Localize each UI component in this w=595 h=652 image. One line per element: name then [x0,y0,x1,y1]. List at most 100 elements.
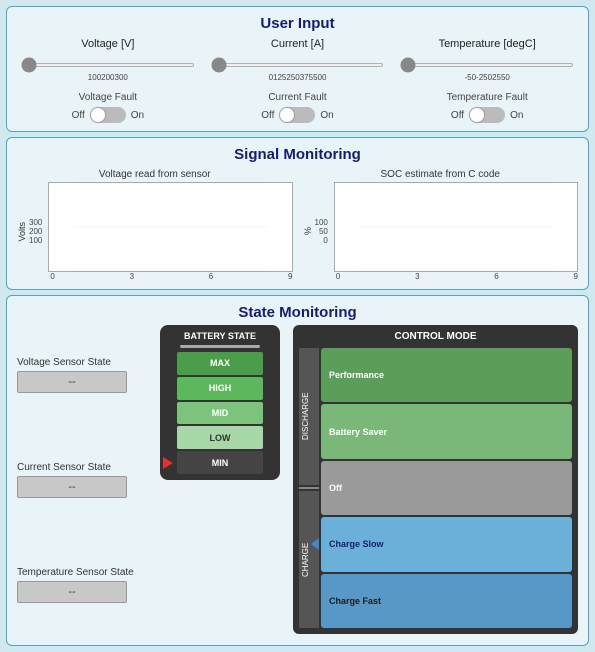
cm-btn-battery-saver[interactable]: Battery Saver [321,404,572,458]
voltage-y-unit: Volts [17,222,27,242]
voltage-fault-toggle-row: Off On [72,107,145,123]
control-mode-box: CONTROL MODE DISCHARGE CHARGE Performanc… [293,325,578,634]
cm-sections-wrapper: DISCHARGE CHARGE Performance Battery Sav… [299,348,572,628]
soc-svg: 0 3 6 9 [334,182,578,281]
temperature-slider[interactable] [400,63,574,67]
cm-btn-performance[interactable]: Performance [321,348,572,402]
temperature-fault-on-label: On [510,110,523,121]
control-mode-container: CONTROL MODE DISCHARGE CHARGE Performanc… [293,325,578,634]
voltage-fault-knob [91,108,105,122]
signal-monitoring-title: Signal Monitoring [17,146,578,163]
soc-y-wrapper: % 100 50 0 [303,182,331,281]
faults-row: Voltage Fault Off On Current Fault Off O… [17,92,578,123]
battery-level-high: HIGH [177,377,263,400]
battery-levels: MAX HIGH MID LOW MIN [177,352,263,474]
voltage-y-wrapper: Volts 300 200 100 [17,182,45,281]
soc-chart-area: % 100 50 0 0 3 6 [303,182,579,281]
temperature-fault-toggle[interactable] [469,107,505,123]
current-sensor-value: -- [68,481,75,493]
voltage-sensor-box: -- [17,371,127,393]
voltage-fault-on-label: On [131,110,144,121]
signal-monitoring-panel: Signal Monitoring Voltage read from sens… [6,137,589,290]
temperature-label: Temperature [degC] [439,38,536,50]
voltage-sensor-value: -- [68,376,75,388]
voltage-fault-group: Voltage Fault Off On [17,92,199,123]
state-monitoring-panel: State Monitoring Voltage Sensor State --… [6,295,589,646]
temperature-fault-knob [470,108,484,122]
battery-level-mid: MID [177,402,263,425]
charge-slow-arrow [311,538,319,550]
battery-level-low: LOW [177,426,263,449]
current-sensor-box: -- [17,476,127,498]
charts-row: Voltage read from sensor Volts 300 200 1… [17,169,578,281]
current-label: Current [A] [271,38,324,50]
voltage-ticks: 100 200 300 [86,73,130,82]
cm-charge-label: CHARGE [299,491,319,628]
cm-btn-off[interactable]: Off [321,461,572,515]
battery-state-container: BATTERY STATE MAX HIGH MID LOW [155,325,285,634]
voltage-slider-group: Voltage [V] 100 200 300 [17,38,199,82]
user-input-title: User Input [17,15,578,32]
temperature-slider-group: Temperature [degC] -50 -25 0 25 50 [396,38,578,82]
current-slider-group: Current [A] 0 125 250 375 500 [207,38,389,82]
sensor-states: Voltage Sensor State -- Current Sensor S… [17,325,147,634]
voltage-chart-area: Volts 300 200 100 0 3 [17,182,293,281]
battery-indicator [180,345,260,348]
current-fault-off-label: Off [261,110,274,121]
cm-btn-charge-fast[interactable]: Charge Fast [321,574,572,628]
voltage-track [17,54,199,72]
cm-discharge-label: DISCHARGE [299,348,319,485]
temperature-fault-off-label: Off [451,110,464,121]
temperature-track [396,54,578,72]
current-fault-toggle[interactable] [279,107,315,123]
soc-y-axis: 100 50 0 [315,218,331,245]
control-mode-title: CONTROL MODE [299,331,572,342]
current-sensor-label: Current Sensor State [17,462,147,473]
cm-label-column: DISCHARGE CHARGE [299,348,319,628]
temperature-sensor-label: Temperature Sensor State [17,567,147,578]
voltage-y-axis: 300 200 100 [29,218,45,245]
current-fault-knob [280,108,294,122]
temperature-ticks: -50 -25 0 25 50 [462,73,511,82]
temperature-fault-label: Temperature Fault [447,92,528,103]
soc-x-ticks: 0 3 6 9 [334,272,578,281]
voltage-slider[interactable] [21,63,195,67]
current-fault-on-label: On [320,110,333,121]
current-sensor-item: Current Sensor State -- [17,462,147,498]
current-fault-group: Current Fault Off On [207,92,389,123]
voltage-chart: Voltage read from sensor Volts 300 200 1… [17,169,293,281]
cm-divider [299,487,319,489]
voltage-fault-label: Voltage Fault [79,92,137,103]
soc-chart: SOC estimate from C code % 100 50 0 [303,169,579,281]
battery-level-max: MAX [177,352,263,375]
cm-btn-charge-slow[interactable]: Charge Slow [321,517,572,571]
current-fault-label: Current Fault [268,92,326,103]
current-ticks: 0 125 250 375 500 [267,73,329,82]
battery-state-title: BATTERY STATE [184,331,256,341]
voltage-chart-title: Voltage read from sensor [17,169,293,180]
temperature-fault-toggle-row: Off On [451,107,524,123]
temperature-sensor-item: Temperature Sensor State -- [17,567,147,603]
state-monitoring-title: State Monitoring [17,304,578,321]
state-content: Voltage Sensor State -- Current Sensor S… [17,325,578,634]
battery-min-arrow [163,457,173,469]
soc-y-unit: % [303,227,313,235]
battery-level-min: MIN [177,451,263,474]
current-slider[interactable] [211,63,385,67]
current-fault-toggle-row: Off On [261,107,334,123]
soc-chart-title: SOC estimate from C code [303,169,579,180]
sliders-row: Voltage [V] 100 200 300 Current [A] 0 12… [17,38,578,82]
cm-buttons-column: Performance Battery Saver Off Charge Slo… [321,348,572,628]
current-track [207,54,389,72]
voltage-svg: 0 3 6 9 [48,182,292,281]
user-input-panel: User Input Voltage [V] 100 200 300 Curre… [6,6,589,132]
voltage-x-ticks: 0 3 6 9 [48,272,292,281]
battery-state-box: BATTERY STATE MAX HIGH MID LOW [160,325,280,480]
voltage-fault-toggle[interactable] [90,107,126,123]
voltage-sensor-label: Voltage Sensor State [17,357,147,368]
voltage-label: Voltage [V] [81,38,134,50]
temperature-sensor-box: -- [17,581,127,603]
voltage-fault-off-label: Off [72,110,85,121]
temperature-fault-group: Temperature Fault Off On [396,92,578,123]
temperature-sensor-value: -- [68,586,75,598]
